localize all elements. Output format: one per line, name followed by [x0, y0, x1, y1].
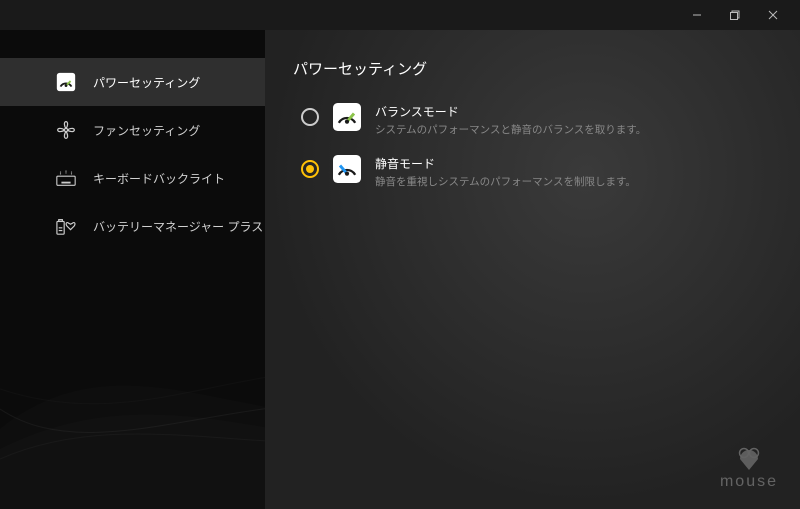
- sidebar-item-battery-manager[interactable]: バッテリーマネージャー プラス: [0, 202, 265, 250]
- page-title: パワーセッティング: [293, 58, 772, 79]
- titlebar: [0, 0, 800, 30]
- mode-option-silent[interactable]: 静音モード 静音を重視しシステムのパフォーマンスを制限します。: [293, 155, 772, 189]
- balance-mode-icon: [333, 103, 361, 131]
- close-button[interactable]: [754, 0, 792, 30]
- sidebar-item-power[interactable]: パワーセッティング: [0, 58, 265, 106]
- fan-icon: [55, 119, 77, 141]
- silent-mode-icon: [333, 155, 361, 183]
- keyboard-icon: [55, 167, 77, 189]
- brand-text: mouse: [720, 473, 778, 491]
- sidebar-item-label: パワーセッティング: [93, 74, 200, 91]
- sidebar-item-label: バッテリーマネージャー プラス: [93, 218, 263, 235]
- gauge-icon: [55, 71, 77, 93]
- radio-balance[interactable]: [301, 108, 319, 126]
- mode-option-balance[interactable]: バランスモード システムのパフォーマンスと静音のバランスを取ります。: [293, 103, 772, 137]
- sidebar-item-keyboard-backlight[interactable]: キーボードバックライト: [0, 154, 265, 202]
- sidebar-item-label: ファンセッティング: [93, 122, 200, 139]
- mouse-logo-icon: [736, 447, 762, 471]
- battery-heart-icon: [55, 215, 77, 237]
- main-panel: パワーセッティング バランスモード システムのパフォーマンスと静音のバランスを取…: [265, 30, 800, 509]
- sidebar-item-label: キーボードバックライト: [93, 170, 225, 187]
- mode-desc: システムのパフォーマンスと静音のバランスを取ります。: [375, 122, 772, 137]
- sidebar-item-fan[interactable]: ファンセッティング: [0, 106, 265, 154]
- mode-title: 静音モード: [375, 155, 772, 172]
- maximize-button[interactable]: [716, 0, 754, 30]
- radio-silent[interactable]: [301, 160, 319, 178]
- mode-desc: 静音を重視しシステムのパフォーマンスを制限します。: [375, 174, 772, 189]
- minimize-button[interactable]: [678, 0, 716, 30]
- mode-title: バランスモード: [375, 103, 772, 120]
- sidebar: パワーセッティング ファンセッティング キーボードバックライト バッテリーマネー…: [0, 30, 265, 509]
- brand-logo: mouse: [720, 447, 778, 491]
